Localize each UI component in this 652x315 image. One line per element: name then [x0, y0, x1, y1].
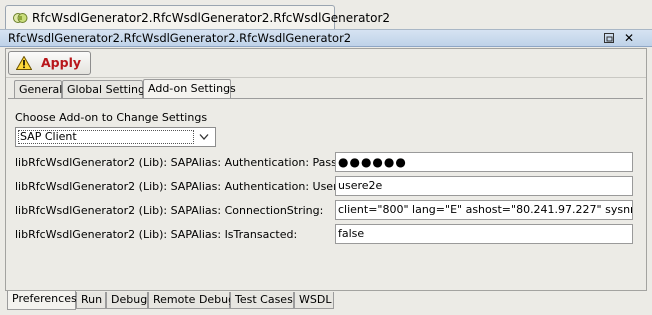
tab-debug[interactable]: Debug: [106, 292, 148, 309]
warning-icon: [16, 56, 32, 70]
password-label: libRfcWsdlGenerator2 (Lib): SAPAlias: Au…: [15, 156, 368, 169]
tab-test-cases[interactable]: Test Cases: [230, 292, 294, 309]
view-title-bar: RfcWsdlGenerator2.RfcWsdlGenerator2.RfcW…: [0, 30, 652, 47]
restore-icon[interactable]: [604, 33, 614, 43]
tab-run-label: Run: [81, 293, 103, 306]
tab-debug-label: Debug: [111, 293, 148, 306]
tab-global-settings-label: Global Settings: [67, 83, 151, 96]
tab-content-border: [8, 98, 643, 99]
document-tab[interactable]: RfcWsdlGenerator2.RfcWsdlGenerator2.RfcW…: [5, 5, 390, 29]
apply-button[interactable]: Apply: [8, 51, 91, 75]
tab-addon-settings-label: Add-on Settings: [148, 82, 236, 95]
tab-run[interactable]: Run: [76, 292, 106, 309]
username-field[interactable]: usere2e: [335, 176, 633, 196]
tab-addon-settings[interactable]: Add-on Settings: [143, 79, 236, 99]
is-transacted-field[interactable]: false: [335, 224, 633, 244]
tab-wsdl[interactable]: WSDL: [294, 292, 334, 309]
component-icon: [13, 13, 28, 23]
tab-global-settings[interactable]: Global Settings: [62, 80, 151, 98]
close-icon[interactable]: ✕: [624, 31, 634, 45]
tab-test-cases-label: Test Cases: [235, 293, 293, 306]
tab-general[interactable]: General: [14, 80, 62, 98]
apply-label: Apply: [41, 55, 82, 70]
password-field[interactable]: ●●●●●●: [335, 152, 633, 172]
tab-wsdl-label: WSDL: [299, 293, 332, 306]
choose-addon-label: Choose Add-on to Change Settings: [15, 111, 208, 124]
view-title: RfcWsdlGenerator2.RfcWsdlGenerator2.RfcW…: [8, 31, 352, 45]
chevron-down-icon: [199, 134, 209, 140]
tab-remote-debug[interactable]: Remote Debug: [148, 292, 235, 309]
username-label: libRfcWsdlGenerator2 (Lib): SAPAlias: Au…: [15, 180, 373, 193]
document-tab-label: RfcWsdlGenerator2.RfcWsdlGenerator2.RfcW…: [32, 11, 391, 25]
toolbar-separator: [6, 77, 646, 78]
tab-general-label: General: [19, 83, 63, 96]
connection-string-label: libRfcWsdlGenerator2 (Lib): SAPAlias: Co…: [15, 204, 324, 217]
tab-remote-debug-label: Remote Debug: [153, 293, 236, 306]
is-transacted-label: libRfcWsdlGenerator2 (Lib): SAPAlias: Is…: [15, 228, 298, 241]
addon-select-value: SAP Client: [18, 130, 194, 144]
tab-preferences-label: Preferences: [12, 292, 77, 305]
addon-select[interactable]: SAP Client: [15, 127, 216, 147]
connection-string-field[interactable]: client="800" lang="E" ashost="80.241.97.…: [335, 200, 633, 220]
tab-preferences[interactable]: Preferences: [7, 291, 77, 310]
